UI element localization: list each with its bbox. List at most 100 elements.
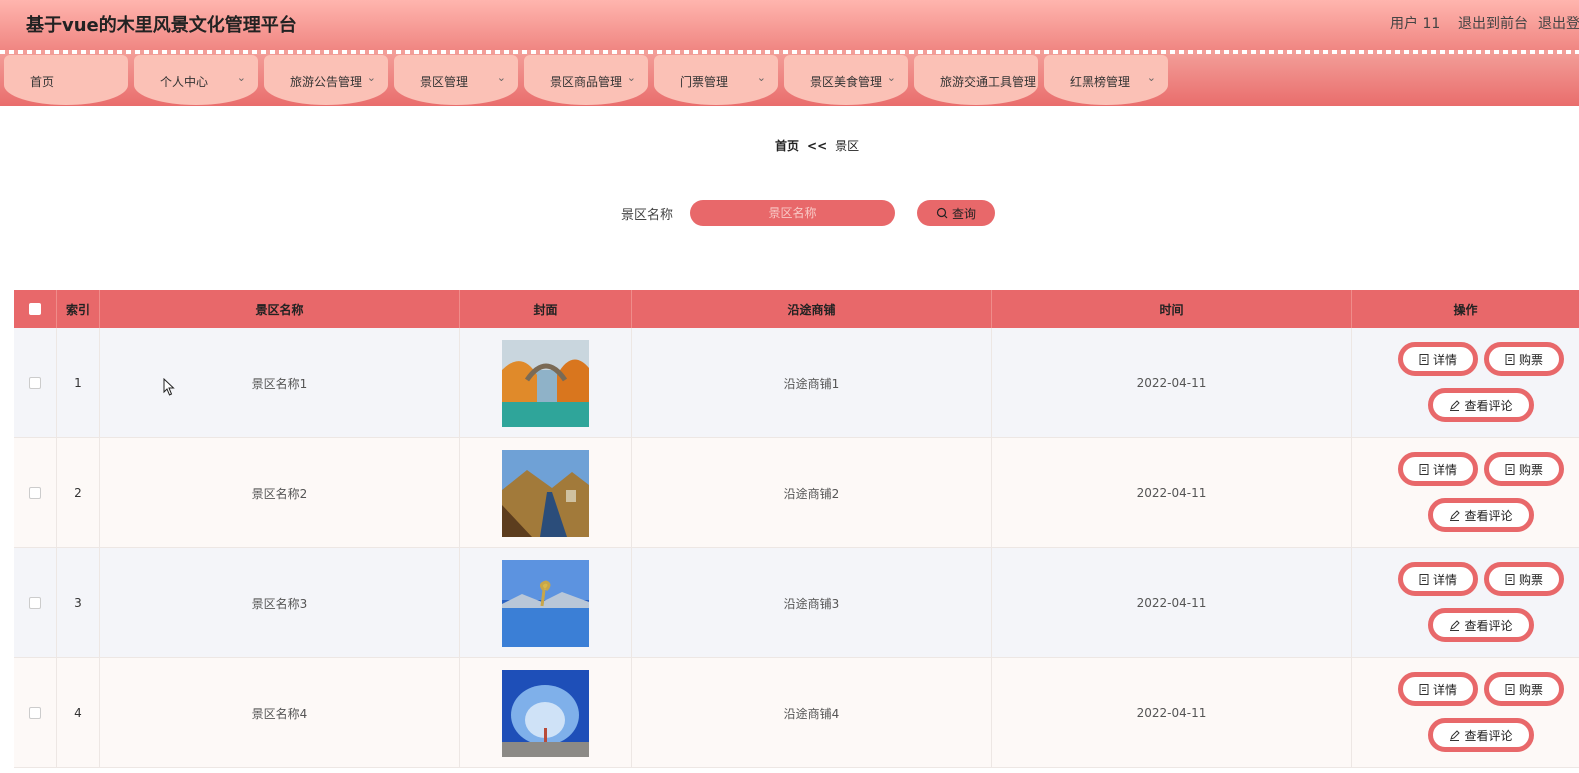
- document-icon: [1505, 683, 1515, 695]
- document-icon: [1505, 573, 1515, 585]
- select-all-checkbox[interactable]: [29, 303, 41, 315]
- view-comments-button[interactable]: 查看评论: [1428, 498, 1534, 532]
- detail-button[interactable]: 详情: [1398, 672, 1478, 706]
- table-row[interactable]: 4 景区名称4 沿途商铺4 2022-04-11 详情 购票 查看评论: [14, 658, 1579, 768]
- search-input[interactable]: [690, 200, 895, 226]
- row-select-cell: [14, 658, 57, 768]
- row-name: 景区名称4: [100, 658, 460, 768]
- detail-button-label: 详情: [1432, 682, 1457, 697]
- row-name: 景区名称3: [100, 548, 460, 658]
- edit-icon: [1450, 619, 1461, 631]
- row-shops: 沿途商铺1: [632, 328, 992, 438]
- breadcrumb-home[interactable]: 首页: [775, 139, 799, 153]
- table-header: 索引 景区名称 封面 沿途商铺 时间 操作: [14, 290, 1579, 328]
- row-index: 1: [57, 328, 100, 438]
- row-cover-cell: [460, 438, 632, 548]
- breadcrumb-separator: <<: [807, 139, 828, 153]
- view-comments-button[interactable]: 查看评论: [1428, 388, 1534, 422]
- row-select-cell: [14, 328, 57, 438]
- menu-item-label: 红黑榜管理: [1070, 75, 1131, 89]
- view-comments-button-label: 查看评论: [1464, 618, 1513, 633]
- menu-item-7[interactable]: 旅游交通工具管理: [914, 55, 1038, 105]
- menu-item-label: 旅游公告管理: [290, 75, 363, 89]
- buy-ticket-button[interactable]: 购票: [1484, 672, 1564, 706]
- cover-image: [502, 669, 589, 757]
- menu-item-1[interactable]: 个人中心 ⌄: [134, 55, 258, 105]
- search-icon: [936, 207, 948, 219]
- cover-image: [502, 339, 589, 427]
- header-index: 索引: [57, 290, 100, 328]
- document-icon: [1505, 463, 1515, 475]
- logout-link[interactable]: 退出登录: [1538, 13, 1579, 33]
- buy-ticket-button[interactable]: 购票: [1484, 342, 1564, 376]
- row-time: 2022-04-11: [992, 438, 1352, 548]
- row-checkbox[interactable]: [29, 597, 41, 609]
- detail-button[interactable]: 详情: [1398, 562, 1478, 596]
- edit-icon: [1450, 399, 1461, 411]
- menu-item-6[interactable]: 景区美食管理 ⌄: [784, 55, 908, 105]
- menu-item-label: 景区商品管理: [550, 75, 623, 89]
- buy-ticket-button-label: 购票: [1518, 572, 1543, 587]
- view-comments-button-label: 查看评论: [1464, 398, 1513, 413]
- menu-item-label: 景区管理: [420, 75, 469, 89]
- edit-icon: [1450, 729, 1461, 741]
- menu-item-0[interactable]: 首页: [4, 55, 128, 105]
- view-comments-button[interactable]: 查看评论: [1428, 718, 1534, 752]
- view-comments-button-label: 查看评论: [1464, 728, 1513, 743]
- row-actions: 详情 购票查看评论: [1352, 438, 1569, 548]
- row-checkbox[interactable]: [29, 377, 41, 389]
- header-name: 景区名称: [100, 290, 460, 328]
- view-comments-button-label: 查看评论: [1464, 508, 1513, 523]
- row-select-cell: [14, 438, 57, 548]
- chevron-down-icon: ⌄: [366, 71, 376, 84]
- detail-button[interactable]: 详情: [1398, 342, 1478, 376]
- user-name[interactable]: 用户 11: [1390, 13, 1440, 33]
- buy-ticket-button[interactable]: 购票: [1484, 562, 1564, 596]
- search-button[interactable]: 查询: [917, 200, 995, 226]
- row-time: 2022-04-11: [992, 548, 1352, 658]
- row-cover-cell: [460, 548, 632, 658]
- chevron-down-icon: ⌄: [626, 71, 636, 84]
- row-checkbox[interactable]: [29, 707, 41, 719]
- row-checkbox[interactable]: [29, 487, 41, 499]
- chevron-down-icon: ⌄: [496, 71, 506, 84]
- breadcrumb: 首页 << 景区: [775, 137, 859, 154]
- detail-button[interactable]: 详情: [1398, 452, 1478, 486]
- document-icon: [1419, 573, 1429, 585]
- mouse-cursor-icon: [163, 378, 175, 396]
- table-row[interactable]: 3 景区名称3 沿途商铺3 2022-04-11 详情 购票 查看评论: [14, 548, 1579, 658]
- app-title: 基于vue的木里风景文化管理平台: [26, 15, 297, 36]
- row-name: 景区名称1: [100, 328, 460, 438]
- menu-item-3[interactable]: 景区管理 ⌄: [394, 55, 518, 105]
- chevron-down-icon: ⌄: [756, 71, 766, 84]
- view-comments-button[interactable]: 查看评论: [1428, 608, 1534, 642]
- row-index: 2: [57, 438, 100, 548]
- header-select-all[interactable]: [14, 290, 57, 328]
- menu-item-label: 个人中心: [160, 75, 209, 89]
- document-icon: [1505, 353, 1515, 365]
- chevron-down-icon: ⌄: [1146, 71, 1156, 84]
- buy-ticket-button[interactable]: 购票: [1484, 452, 1564, 486]
- table-row[interactable]: 1 景区名称1 沿途商铺1 2022-04-11 详情 购票 查看评论: [14, 328, 1579, 438]
- menu-item-5[interactable]: 门票管理 ⌄: [654, 55, 778, 105]
- header-time: 时间: [992, 290, 1352, 328]
- header-cover: 封面: [460, 290, 632, 328]
- header-shops: 沿途商铺: [632, 290, 992, 328]
- menu-item-2[interactable]: 旅游公告管理 ⌄: [264, 55, 388, 105]
- search-button-label: 查询: [951, 206, 976, 221]
- table-row[interactable]: 2 景区名称2 沿途商铺2 2022-04-11 详情 购票 查看评论: [14, 438, 1579, 548]
- edit-icon: [1450, 509, 1461, 521]
- menu-item-label: 景区美食管理: [810, 75, 883, 89]
- row-actions: 详情 购票查看评论: [1352, 658, 1569, 768]
- document-icon: [1419, 683, 1429, 695]
- buy-ticket-button-label: 购票: [1518, 682, 1543, 697]
- logout-to-front-link[interactable]: 退出到前台: [1458, 13, 1528, 33]
- cover-image: [502, 559, 589, 647]
- row-time: 2022-04-11: [992, 658, 1352, 768]
- breadcrumb-current: 景区: [835, 139, 860, 153]
- menu-item-4[interactable]: 景区商品管理 ⌄: [524, 55, 648, 105]
- chevron-down-icon: ⌄: [236, 71, 246, 84]
- search-label: 景区名称: [621, 208, 674, 223]
- row-shops: 沿途商铺4: [632, 658, 992, 768]
- menu-item-8[interactable]: 红黑榜管理 ⌄: [1044, 55, 1168, 105]
